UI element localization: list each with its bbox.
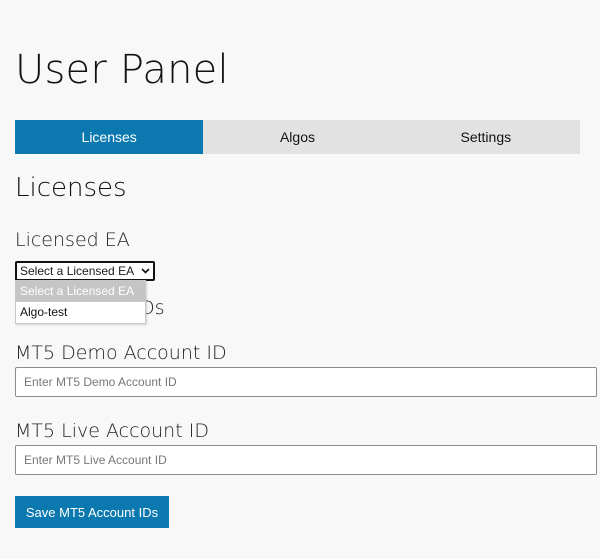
licensed-ea-label: Licensed EA bbox=[15, 229, 130, 251]
tab-settings[interactable]: Settings bbox=[392, 120, 580, 154]
tab-licenses[interactable]: Licenses bbox=[15, 120, 204, 154]
chevron-down-icon bbox=[141, 263, 150, 279]
licensed-ea-select[interactable]: Select a Licensed EA bbox=[15, 261, 155, 281]
page-title: User Panel bbox=[15, 47, 229, 93]
mt5-demo-label: MT5 Demo Account ID bbox=[15, 342, 227, 364]
save-mt5-account-ids-button[interactable]: Save MT5 Account IDs bbox=[15, 496, 169, 528]
mt5-demo-account-input[interactable] bbox=[15, 367, 597, 397]
licensed-ea-dropdown: Select a Licensed EA Algo-test bbox=[15, 280, 146, 324]
licensed-ea-select-value: Select a Licensed EA bbox=[20, 264, 135, 278]
mt5-live-account-input[interactable] bbox=[15, 445, 597, 475]
section-title-licenses: Licenses bbox=[15, 173, 127, 203]
mt5-live-label: MT5 Live Account ID bbox=[15, 420, 209, 442]
dropdown-option-placeholder[interactable]: Select a Licensed EA bbox=[16, 281, 145, 302]
tab-bar: Licenses Algos Settings bbox=[15, 120, 580, 154]
dropdown-option-algo-test[interactable]: Algo-test bbox=[16, 302, 145, 323]
tab-algos[interactable]: Algos bbox=[203, 120, 391, 154]
